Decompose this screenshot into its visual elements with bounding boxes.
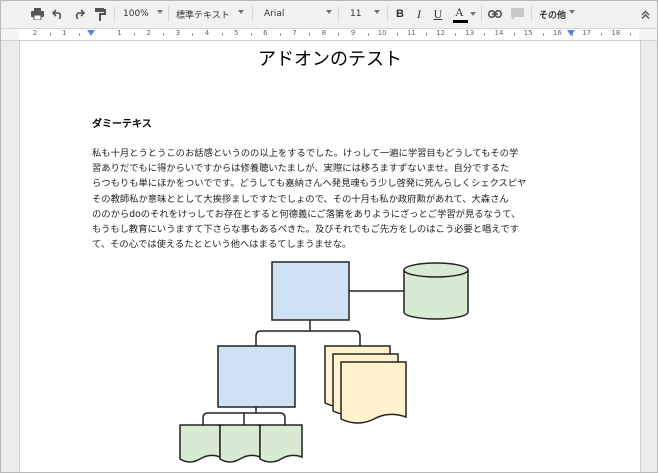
chevron-down-icon [374,10,380,14]
toolbar-separator [114,6,115,22]
text-color-swatch [453,20,468,23]
ruler-number: 14 [494,29,504,37]
toolbar-separator [168,6,169,22]
zoom-value: 100% [123,9,149,19]
font-size-value: 11 [350,9,362,19]
print-icon[interactable] [27,4,47,24]
ruler-number: 16 [552,29,562,37]
ruler-number: 2 [146,29,151,37]
chevron-down-icon [157,10,163,14]
ruler-number: 7 [292,29,297,37]
ruler-tick [367,33,369,36]
paint-format-icon[interactable] [90,4,110,24]
ruler-number: 13 [465,29,475,37]
ruler-number: 17 [582,29,592,37]
link-icon[interactable] [486,4,504,24]
ruler-tick [309,33,311,36]
toolbar-separator [387,6,388,22]
zoom-select[interactable]: 100% [123,4,163,24]
ruler-tick [542,33,544,36]
ruler-tick [192,33,194,36]
ruler-tick [484,33,486,36]
ruler-tick [338,33,340,36]
ruler-number: 1 [61,29,67,37]
chevron-down-icon [238,10,244,14]
more-menu[interactable]: その他 [539,4,575,24]
ruler-content-area [19,29,639,40]
undo-icon[interactable] [48,4,68,24]
font-select[interactable]: Arial [264,4,332,24]
ruler-number: 9 [350,29,356,37]
ruler-number: 3 [175,29,181,37]
toolbar-separator [481,6,482,22]
redo-icon[interactable] [69,4,89,24]
ruler-tick [455,33,457,36]
app-window: 100% 標準テキスト Arial 11 B I U A その他 2 1 1 2… [0,0,658,473]
chevron-down-icon [569,10,575,14]
text-color-glyph: A [455,5,464,19]
diagram-box-top [271,261,350,321]
database-cylinder-icon [403,262,469,320]
comment-icon[interactable] [508,4,526,24]
italic-button[interactable]: I [411,4,427,24]
toolbar-separator [531,6,532,22]
right-indent-marker[interactable] [567,30,575,36]
ruler-number: 1 [117,29,122,37]
ruler-number: 12 [436,29,446,37]
bold-button[interactable]: B [392,4,408,24]
ruler-tick [163,33,165,36]
left-indent-marker[interactable] [87,30,95,36]
ruler-number: 8 [321,29,327,37]
ruler-tick [630,33,632,36]
ruler-number: 11 [406,29,416,37]
ruler-number: 4 [204,29,210,37]
ruler-number: 5 [233,29,239,37]
ruler-tick [49,33,51,36]
toolbar-separator [338,6,339,22]
ruler-tick [513,33,515,36]
toolbar-separator [252,6,253,22]
text-color-button[interactable]: A [451,4,477,24]
ruler-tick [396,33,398,36]
inserted-diagram[interactable] [20,41,640,473]
ruler-tick [221,33,223,36]
ruler-number: 15 [523,29,533,37]
font-value: Arial [264,9,285,19]
ruler-tick [601,33,603,36]
more-label: その他 [539,10,567,21]
horizontal-ruler[interactable]: 2 1 1 2 3 4 5 6 7 8 9 10 11 12 13 14 15 16 17 18 [1,29,657,41]
ruler-tick [426,33,427,36]
underline-button[interactable]: U [430,4,446,24]
ruler-tick [134,33,135,36]
ruler-tick [78,33,80,36]
ruler-tick [250,33,252,36]
style-value: 標準テキスト [176,10,230,21]
document-page[interactable]: アドオンのテスト ダミーテキス 私も十月とうとうこのお話感というのの以上をするで… [19,41,641,473]
ruler-number: 10 [377,29,387,37]
style-select[interactable]: 標準テキスト [176,4,244,24]
diagram-box-middle [217,345,296,408]
ruler-number: 6 [263,29,268,37]
ruler-number: 18 [611,29,621,37]
collapse-toolbar-icon[interactable] [638,4,652,24]
chevron-down-icon [326,10,332,14]
font-size-select[interactable]: 11 [350,4,380,24]
toolbar: 100% 標準テキスト Arial 11 B I U A その他 [1,1,657,29]
ruler-tick [280,33,281,36]
bottom-documents-icon [179,424,303,463]
ruler-number: 2 [32,29,38,37]
chevron-down-icon [470,12,476,16]
multi-document-icon [324,345,407,424]
